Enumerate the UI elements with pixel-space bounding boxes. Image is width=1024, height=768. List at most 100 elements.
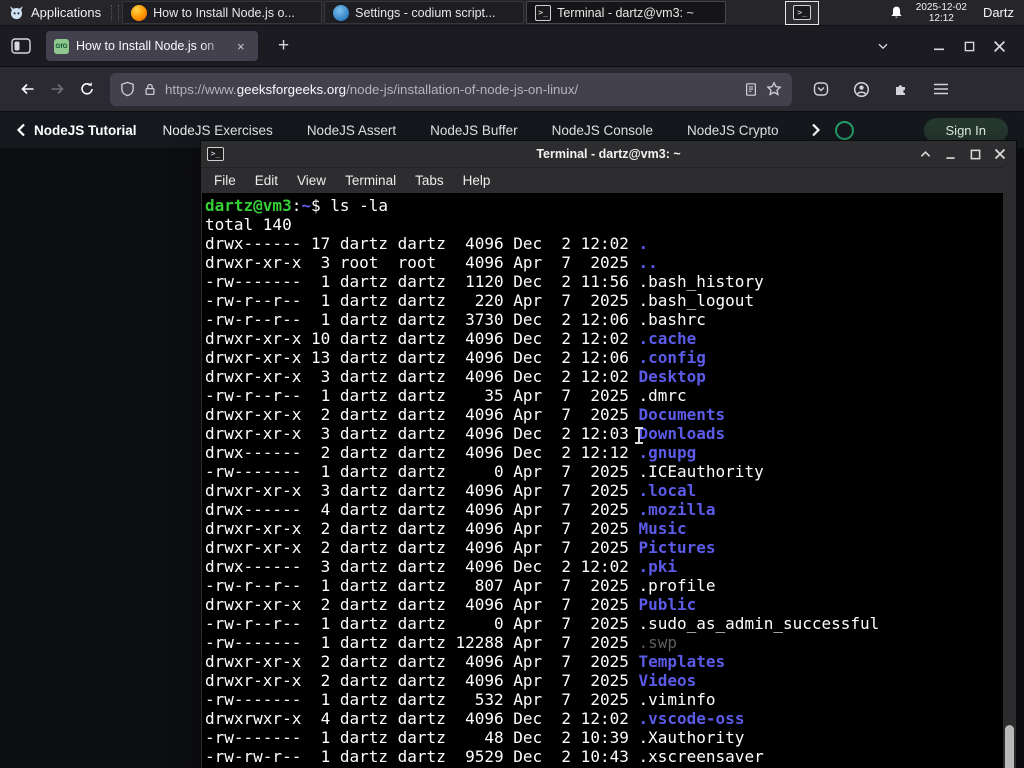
terminal-scrollbar[interactable] (1003, 141, 1016, 768)
terminal-menu-terminal[interactable]: Terminal (345, 173, 396, 188)
lock-icon[interactable] (143, 82, 157, 97)
url-path: /node-js/installation-of-node-js-on-linu… (346, 81, 579, 97)
sign-in-button[interactable]: Sign In (923, 117, 1008, 143)
window-close-button[interactable] (984, 33, 1014, 59)
clock-date: 2025-12-02 (915, 1, 967, 13)
terminal-line: drwxr-xr-x 3 root root 4096 Apr 7 2025 .… (205, 253, 658, 272)
extensions-puzzle-icon[interactable] (886, 74, 916, 104)
terminal-line: -rw-r--r-- 1 dartz dartz 35 Apr 7 2025 .… (205, 386, 687, 405)
terminal-line: drwxr-xr-x 13 dartz dartz 4096 Dec 2 12:… (205, 348, 706, 367)
url-bar[interactable]: https://www.geeksforgeeks.org/node-js/in… (110, 72, 792, 106)
url-scheme: https://www. (165, 81, 237, 97)
terminal-line: drwxr-xr-x 2 dartz dartz 4096 Apr 7 2025… (205, 519, 687, 538)
terminal-menu-view[interactable]: View (297, 173, 326, 188)
site-nav-link[interactable]: NodeJS Exercises (163, 123, 273, 138)
pocket-icon[interactable] (806, 74, 836, 104)
terminal-line: drwxr-xr-x 3 dartz dartz 4096 Dec 2 12:0… (205, 367, 706, 386)
applications-menu[interactable]: Applications (0, 0, 109, 25)
terminal-window-controls (917, 146, 1016, 162)
new-tab-button[interactable]: + (272, 35, 295, 57)
chevron-right-icon[interactable] (811, 123, 821, 137)
system-tray: 2025-12-02 12:12 Dartz (889, 0, 1024, 25)
tab-title: How to Install Node.js on (76, 39, 215, 53)
forward-button[interactable] (42, 74, 72, 104)
back-button[interactable] (12, 74, 42, 104)
terminal-line: -rw------- 1 dartz dartz 48 Dec 2 10:39 … (205, 728, 745, 747)
reader-view-icon[interactable] (744, 82, 758, 97)
account-icon[interactable] (846, 74, 876, 104)
terminal-line: drwxr-xr-x 3 dartz dartz 4096 Apr 7 2025… (205, 481, 697, 500)
terminal-line: drwxr-xr-x 10 dartz dartz 4096 Dec 2 12:… (205, 329, 697, 348)
window-minimize-button[interactable] (924, 33, 954, 59)
terminal-line: drwx------ 3 dartz dartz 4096 Dec 2 12:0… (205, 557, 678, 576)
panel-window-label: Settings - codium script... (355, 5, 496, 20)
panel-window-button-firefox[interactable]: How to Install Node.js o... (122, 1, 323, 24)
minimize-window-button[interactable] (942, 146, 958, 162)
site-nav-link[interactable]: NodeJS Buffer (430, 123, 518, 138)
terminal-line: drwx------ 17 dartz dartz 4096 Dec 2 12:… (205, 234, 649, 253)
gfg-favicon: GfG (54, 38, 69, 54)
terminal-icon: >_ (793, 5, 812, 20)
terminal-line: drwxr-xr-x 2 dartz dartz 4096 Apr 7 2025… (205, 405, 726, 424)
user-menu[interactable]: Dartz (979, 5, 1014, 20)
xfce-logo-icon (8, 4, 25, 21)
panel-window-button-terminal[interactable]: >_ Terminal - dartz@vm3: ~ (526, 1, 727, 24)
panel-window-button-codium[interactable]: Settings - codium script... (324, 1, 525, 24)
firefox-view-icon[interactable] (10, 37, 32, 55)
terminal-line: dartz@vm3:~$ ls -la (205, 196, 389, 215)
search-icon[interactable] (834, 120, 854, 140)
terminal-line: -rw-r--r-- 1 dartz dartz 3730 Dec 2 12:0… (205, 310, 706, 329)
terminal-line: drwxr-xr-x 2 dartz dartz 4096 Apr 7 2025… (205, 652, 726, 671)
terminal-line: total 140 (205, 215, 292, 234)
window-maximize-button[interactable] (954, 33, 984, 59)
terminal-menu-tabs[interactable]: Tabs (415, 173, 444, 188)
hamburger-menu-icon[interactable] (926, 74, 956, 104)
list-all-tabs-chevron-icon[interactable] (868, 33, 898, 59)
chevron-left-icon (16, 123, 25, 137)
terminal-line: drwxr-xr-x 2 dartz dartz 4096 Apr 7 2025… (205, 671, 697, 690)
terminal-icon: >_ (535, 4, 552, 21)
site-nav-back[interactable]: NodeJS Tutorial (16, 123, 137, 138)
panel-separator (111, 4, 120, 21)
terminal-title: Terminal - dartz@vm3: ~ (536, 147, 681, 161)
url-host: geeksforgeeks.org (236, 81, 347, 97)
terminal-line: -rw------- 1 dartz dartz 12288 Apr 7 202… (205, 633, 678, 652)
reload-button[interactable] (72, 74, 102, 104)
terminal-window: >_ Terminal - dartz@vm3: ~ File Edit View T… (200, 140, 1017, 768)
browser-toolbar: https://www.geeksforgeeks.org/node-js/in… (0, 66, 1024, 112)
terminal-line: -rw------- 1 dartz dartz 1120 Dec 2 11:5… (205, 272, 764, 291)
terminal-menu-file[interactable]: File (214, 173, 236, 188)
terminal-line: -rw-r--r-- 1 dartz dartz 0 Apr 7 2025 .s… (205, 614, 880, 633)
terminal-launcher[interactable]: >_ (785, 0, 820, 25)
site-nav-link[interactable]: NodeJS Crypto (687, 123, 779, 138)
notifications-bell-icon[interactable] (889, 5, 904, 21)
panel-window-list: How to Install Node.js o... Settings - co… (121, 0, 727, 25)
terminal-menu-edit[interactable]: Edit (255, 173, 278, 188)
terminal-menu-help[interactable]: Help (463, 173, 491, 188)
shade-window-button[interactable] (917, 146, 933, 162)
maximize-window-button[interactable] (967, 146, 983, 162)
url-text: https://www.geeksforgeeks.org/node-js/in… (165, 82, 736, 97)
clock[interactable]: 2025-12-02 12:12 (916, 2, 967, 24)
tracking-shield-icon[interactable] (120, 81, 135, 97)
terminal-titlebar[interactable]: >_ Terminal - dartz@vm3: ~ (201, 141, 1016, 168)
toolbar-right-icons (806, 74, 956, 104)
terminal-line: drwx------ 4 dartz dartz 4096 Apr 7 2025… (205, 500, 716, 519)
terminal-line: drwxr-xr-x 3 dartz dartz 4096 Dec 2 12:0… (205, 424, 726, 443)
site-nav-back-label: NodeJS Tutorial (34, 122, 137, 138)
desktop: Applications How to Install Node.js o...… (0, 0, 1024, 768)
terminal-line: drwxrwxr-x 4 dartz dartz 4096 Dec 2 12:0… (205, 709, 745, 728)
terminal-line: drwxr-xr-x 2 dartz dartz 4096 Apr 7 2025… (205, 595, 697, 614)
firefox-icon (131, 4, 148, 21)
bookmark-star-icon[interactable] (766, 81, 782, 97)
terminal-line: -rw------- 1 dartz dartz 0 Apr 7 2025 .I… (205, 462, 764, 481)
terminal-content: dartz@vm3:~$ ls -la total 140 drwx------ 1… (202, 193, 1015, 768)
terminal-scrollbar-thumb[interactable] (1005, 725, 1014, 768)
tab-close-icon[interactable]: × (235, 38, 247, 55)
close-window-button[interactable] (992, 146, 1008, 162)
terminal-line: drwxr-xr-x 2 dartz dartz 4096 Apr 7 2025… (205, 538, 716, 557)
terminal-menubar: File Edit View Terminal Tabs Help (201, 168, 1016, 192)
site-nav-link[interactable]: NodeJS Console (552, 123, 653, 138)
browser-tab[interactable]: GfG How to Install Node.js on × (46, 31, 258, 61)
site-nav-link[interactable]: NodeJS Assert (307, 123, 396, 138)
